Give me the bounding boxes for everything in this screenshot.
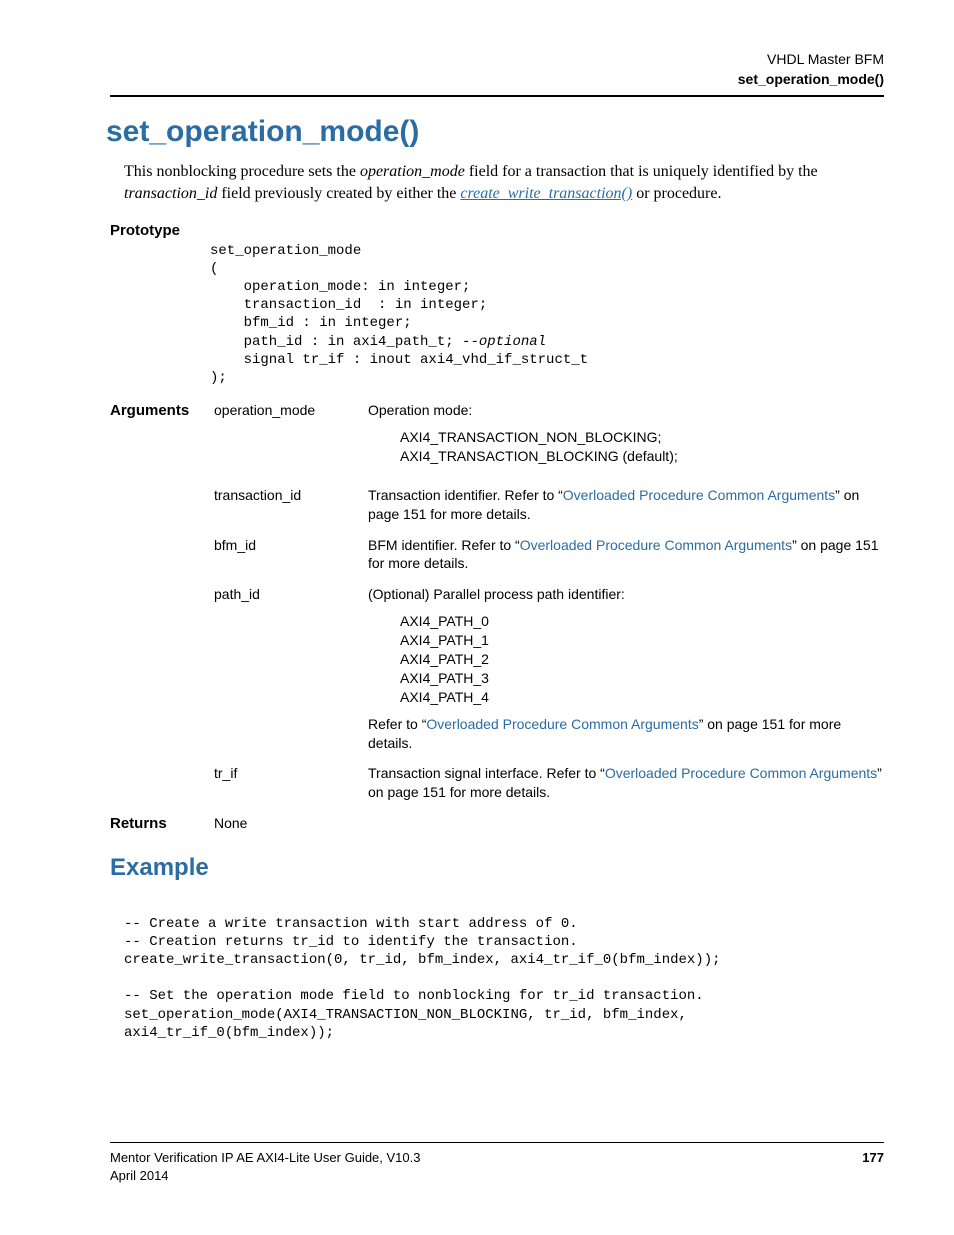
intro-text: or procedure. — [632, 185, 721, 202]
arg-name-operation-mode: operation_mode — [214, 401, 364, 474]
code-line: create_write_transaction(0, tr_id, bfm_i… — [124, 952, 721, 968]
enum-value: AXI4_PATH_0 — [400, 612, 884, 631]
page-title: set_operation_mode() — [106, 115, 884, 149]
link-overloaded-args[interactable]: Overloaded Procedure Common Arguments — [605, 765, 877, 781]
footer-page-number: 177 — [862, 1149, 884, 1185]
arg-text: BFM identifier. Refer to “ — [368, 537, 520, 553]
code-line: -- Creation returns tr_id to identify th… — [124, 934, 578, 950]
enum-value: AXI4_PATH_3 — [400, 669, 884, 688]
code-line: transaction_id : in integer; — [210, 297, 487, 313]
intro-paragraph: This nonblocking procedure sets the oper… — [124, 161, 884, 204]
arg-text: Transaction signal interface. Refer to “ — [368, 765, 605, 781]
code-line: set_operation_mode — [210, 243, 361, 259]
code-comment: --optional — [462, 334, 546, 350]
arg-text: (Optional) Parallel process path identif… — [368, 586, 625, 602]
label-arguments: Arguments — [110, 401, 210, 474]
enum-value: AXI4_TRANSACTION_BLOCKING (default); — [400, 447, 884, 466]
example-heading: Example — [110, 854, 884, 882]
running-header: VHDL Master BFM set_operation_mode() — [110, 50, 884, 89]
intro-em-opmode: operation_mode — [360, 163, 465, 180]
arg-desc-operation-mode: Operation mode: AXI4_TRANSACTION_NON_BLO… — [368, 401, 884, 474]
arg-name-bfm-id: bfm_id — [214, 536, 364, 574]
code-line: operation_mode: in integer; — [210, 279, 470, 295]
link-overloaded-args[interactable]: Overloaded Procedure Common Arguments — [520, 537, 792, 553]
enum-value: AXI4_PATH_1 — [400, 631, 884, 650]
example-code: -- Create a write transaction with start… — [124, 896, 884, 1042]
code-line: bfm_id : in integer; — [210, 315, 412, 331]
intro-text: field previously created by either the — [217, 185, 460, 202]
header-chapter: VHDL Master BFM — [110, 50, 884, 70]
arg-text: Operation mode: — [368, 402, 472, 418]
returns-value: None — [214, 814, 364, 834]
enum-value: AXI4_TRANSACTION_NON_BLOCKING; — [400, 428, 884, 447]
prototype-code: set_operation_mode ( operation_mode: in … — [210, 223, 884, 387]
arg-desc-path-id: (Optional) Parallel process path identif… — [368, 585, 884, 752]
link-create-write-transaction[interactable]: create_write_transaction() — [460, 185, 632, 202]
header-section: set_operation_mode() — [110, 70, 884, 90]
arg-name-path-id: path_id — [214, 585, 364, 752]
arguments-table: Arguments operation_mode Operation mode:… — [110, 401, 884, 834]
label-returns: Returns — [110, 814, 210, 834]
intro-text: This nonblocking procedure sets the — [124, 163, 360, 180]
intro-em-trid: transaction_id — [124, 185, 217, 202]
code-line: set_operation_mode(AXI4_TRANSACTION_NON_… — [124, 1007, 687, 1023]
enum-value: AXI4_PATH_2 — [400, 650, 884, 669]
footer-rule — [110, 1142, 884, 1143]
link-overloaded-args[interactable]: Overloaded Procedure Common Arguments — [563, 487, 835, 503]
footer-date: April 2014 — [110, 1167, 420, 1185]
code-line: signal tr_if : inout axi4_vhd_if_struct_… — [210, 352, 588, 368]
page-footer: Mentor Verification IP AE AXI4-Lite User… — [110, 1142, 884, 1185]
arg-desc-transaction-id: Transaction identifier. Refer to “Overlo… — [368, 486, 884, 524]
arg-desc-bfm-id: BFM identifier. Refer to “Overloaded Pro… — [368, 536, 884, 574]
header-rule — [110, 95, 884, 97]
code-line: ); — [210, 370, 227, 386]
arg-name-transaction-id: transaction_id — [214, 486, 364, 524]
footer-left: Mentor Verification IP AE AXI4-Lite User… — [110, 1149, 420, 1185]
code-line: -- Set the operation mode field to nonbl… — [124, 988, 704, 1004]
code-line: axi4_tr_if_0(bfm_index)); — [124, 1025, 334, 1041]
arg-text: Transaction identifier. Refer to “ — [368, 487, 563, 503]
arg-name-tr-if: tr_if — [214, 764, 364, 802]
intro-text: field for a transaction that is uniquely… — [465, 163, 818, 180]
code-line: ( — [210, 261, 218, 277]
code-line: -- Create a write transaction with start… — [124, 916, 578, 932]
footer-doc-title: Mentor Verification IP AE AXI4-Lite User… — [110, 1149, 420, 1167]
code-line: path_id : in axi4_path_t; — [210, 334, 462, 350]
enum-value: AXI4_PATH_4 — [400, 688, 884, 707]
link-overloaded-args[interactable]: Overloaded Procedure Common Arguments — [426, 716, 698, 732]
arg-text: Refer to “ — [368, 716, 426, 732]
arg-desc-tr-if: Transaction signal interface. Refer to “… — [368, 764, 884, 802]
